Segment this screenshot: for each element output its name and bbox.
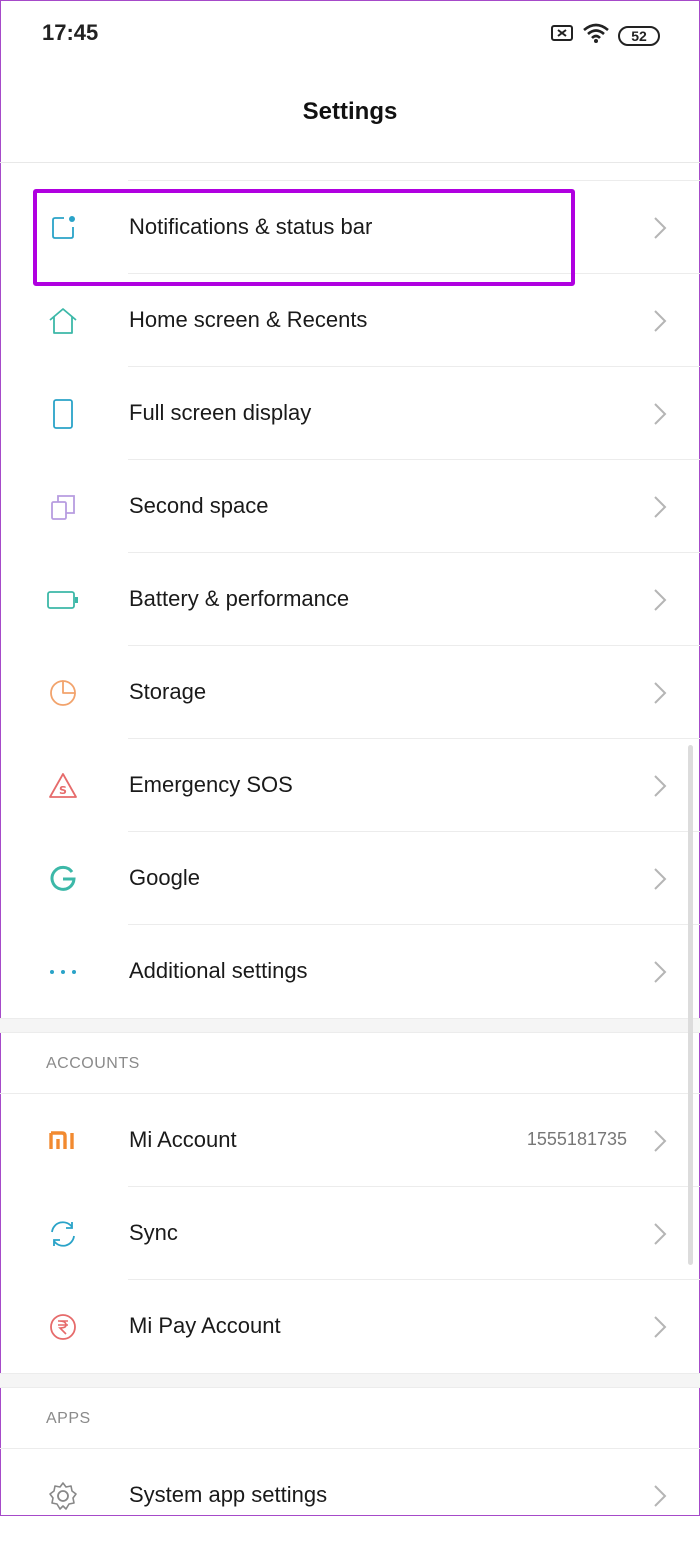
chevron-right-icon [654, 1485, 667, 1507]
settings-item-emergency-sos[interactable]: S Emergency SOS [0, 739, 700, 832]
section-header-accounts: ACCOUNTS [0, 1033, 700, 1094]
gear-icon [46, 1479, 80, 1513]
phone-icon [46, 397, 80, 431]
google-icon [46, 862, 80, 896]
sos-icon: S [46, 769, 80, 803]
sync-icon [46, 1217, 80, 1251]
settings-item-full-screen[interactable]: Full screen display [0, 367, 700, 460]
status-time: 17:45 [42, 20, 99, 45]
chevron-right-icon [654, 961, 667, 983]
mi-logo-icon [46, 1124, 80, 1158]
second-space-icon [46, 490, 80, 524]
chevron-right-icon [654, 217, 667, 239]
settings-item-label: Mi Account [129, 1127, 237, 1152]
more-dots-icon [46, 955, 80, 989]
scrollbar[interactable] [688, 745, 693, 1265]
settings-item-storage[interactable]: Storage [0, 646, 700, 739]
chevron-right-icon [654, 1223, 667, 1245]
mi-account-id: 1555181735 [526, 1129, 627, 1149]
settings-list: Notifications & status bar Home screen &… [0, 181, 700, 1542]
settings-item-label: Battery & performance [129, 586, 350, 611]
chevron-right-icon [654, 496, 667, 518]
settings-item-label: Notifications & status bar [129, 214, 373, 239]
settings-item-notifications[interactable]: Notifications & status bar [0, 181, 700, 274]
settings-item-sync[interactable]: Sync [0, 1187, 700, 1280]
settings-item-label: Additional settings [129, 958, 308, 983]
settings-item-label: Storage [129, 679, 207, 704]
chevron-right-icon [654, 1130, 667, 1152]
settings-item-label: Full screen display [129, 400, 312, 425]
settings-item-label: System app settings [129, 1482, 328, 1507]
page-title: Settings [302, 98, 398, 125]
settings-item-battery[interactable]: Battery & performance [0, 553, 700, 646]
battery-icon: 52 [618, 25, 660, 46]
notification-icon [46, 211, 80, 245]
settings-item-mi-pay[interactable]: Mi Pay Account [0, 1280, 700, 1373]
chevron-right-icon [654, 589, 667, 611]
chevron-right-icon [654, 403, 667, 425]
settings-item-system-apps[interactable]: System app settings [0, 1449, 700, 1542]
settings-item-label: Google [129, 865, 200, 890]
section-gap [0, 1018, 700, 1033]
svg-text:S: S [59, 784, 67, 797]
chevron-right-icon [654, 775, 667, 797]
status-bar: 17:45 52 [0, 0, 700, 68]
settings-item-label: Home screen & Recents [129, 307, 368, 332]
chevron-right-icon [654, 1316, 667, 1338]
section-header-label: APPS [46, 1410, 91, 1427]
wifi-icon [582, 22, 610, 49]
settings-item-google[interactable]: Google [0, 832, 700, 925]
storage-pie-icon [46, 676, 80, 710]
settings-item-label: Second space [129, 493, 269, 518]
battery-perf-icon [46, 583, 80, 617]
section-gap [0, 1373, 700, 1388]
settings-item-home-screen[interactable]: Home screen & Recents [0, 274, 700, 367]
section-header-apps: APPS [0, 1388, 700, 1449]
chevron-right-icon [654, 682, 667, 704]
chevron-right-icon [654, 868, 667, 890]
settings-item-label: Mi Pay Account [129, 1313, 281, 1338]
status-icons: 52 [550, 22, 660, 49]
settings-item-label: Emergency SOS [129, 772, 293, 797]
home-icon [46, 304, 80, 338]
settings-item-second-space[interactable]: Second space [0, 460, 700, 553]
settings-item-label: Sync [129, 1220, 178, 1245]
settings-item-additional[interactable]: Additional settings [0, 925, 700, 1018]
header: Settings [0, 68, 700, 163]
sim-none-icon [550, 23, 574, 48]
rupee-icon [46, 1310, 80, 1344]
chevron-right-icon [654, 310, 667, 332]
settings-item-mi-account[interactable]: Mi Account 1555181735 [0, 1094, 700, 1187]
section-header-label: ACCOUNTS [46, 1055, 140, 1072]
